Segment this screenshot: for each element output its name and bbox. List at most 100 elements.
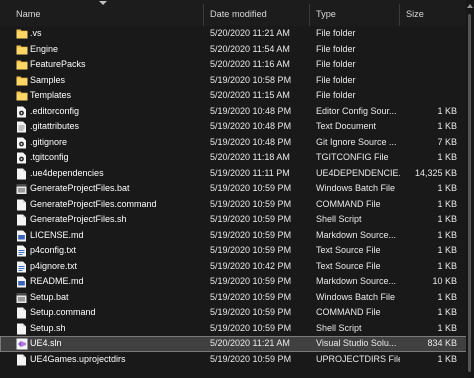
file-row[interactable]: p4config.txt 5/19/2020 10:59 PM Text Sourc… <box>0 243 474 259</box>
file-date-modified: 5/20/2020 11:54 AM <box>210 43 290 54</box>
file-type: Windows Batch File <box>316 183 396 193</box>
column-header-type[interactable]: Type <box>310 0 398 26</box>
file-type: Windows Batch File <box>316 291 396 302</box>
file-name: UE4Games.uprojectdirs <box>30 353 126 364</box>
folder-icon <box>16 44 28 55</box>
file-size: 1 KB <box>437 198 457 209</box>
file-type: COMMAND File <box>316 198 381 209</box>
file-type: Shell Script <box>316 322 362 333</box>
file-type: COMMAND File <box>316 307 381 317</box>
file-date-modified: 5/19/2020 10:59 PM <box>210 214 292 224</box>
column-header-date-modified[interactable]: Date modified <box>204 0 308 26</box>
file-size: 1 KB <box>437 353 457 364</box>
file-date-modified: 5/19/2020 10:59 PM <box>210 198 292 209</box>
file-date-modified: 5/19/2020 10:42 PM <box>210 260 292 271</box>
file-name: .editorconfig <box>30 105 80 116</box>
blank-file-icon <box>16 168 27 179</box>
file-row[interactable]: README.md 5/19/2020 10:59 PM Markdown Sour… <box>0 274 474 290</box>
file-date-modified: 5/19/2020 11:11 PM <box>210 167 290 178</box>
file-row[interactable]: Templates 5/20/2020 11:15 AM File folder <box>0 88 474 104</box>
file-name: README.md <box>30 276 84 286</box>
file-date-modified: 5/19/2020 10:59 PM <box>210 291 292 302</box>
file-name: Setup.command <box>30 307 96 317</box>
file-date-modified: 5/19/2020 10:59 PM <box>210 183 292 193</box>
file-list: .vs 5/20/2020 11:21 AM File folder Engine 5/… <box>0 26 474 367</box>
blank-file-icon <box>16 199 27 210</box>
file-row[interactable]: .vs 5/20/2020 11:21 AM File folder <box>0 26 474 42</box>
markdown-file-icon <box>16 230 27 241</box>
file-row[interactable]: Setup.bat 5/19/2020 10:59 PM Windows Batch… <box>0 290 474 306</box>
file-date-modified: 5/19/2020 10:59 PM <box>210 353 292 364</box>
file-row[interactable]: Setup.sh 5/19/2020 10:59 PM Shell Script 1 … <box>0 321 474 337</box>
file-row[interactable]: GenerateProjectFiles.command 5/19/2020 10… <box>0 197 474 213</box>
file-name: Setup.sh <box>30 322 66 333</box>
file-date-modified: 5/20/2020 11:21 AM <box>210 338 290 348</box>
file-row[interactable]: UE4.sln 5/20/2020 11:21 AM Visual Studio S… <box>0 336 474 352</box>
file-type: UE4DEPENDENCIE... <box>316 167 400 178</box>
file-size <box>400 57 457 73</box>
folder-icon <box>16 75 28 86</box>
file-name: GenerateProjectFiles.command <box>30 198 157 209</box>
scrollbar-thumb[interactable] <box>468 14 471 372</box>
file-row[interactable]: Engine 5/20/2020 11:54 AM File folder <box>0 42 474 58</box>
file-date-modified: 5/20/2020 11:16 AM <box>210 59 290 69</box>
file-size: 1 KB <box>437 214 457 224</box>
column-header-name[interactable]: Name <box>10 0 202 26</box>
file-date-modified: 5/19/2020 10:48 PM <box>210 105 292 116</box>
file-row[interactable]: p4ignore.txt 5/19/2020 10:42 PM Text Sourc… <box>0 259 474 275</box>
scroll-up-arrow-icon[interactable] <box>467 4 473 8</box>
file-row[interactable]: FeaturePacks 5/20/2020 11:16 AM File folde… <box>0 57 474 73</box>
file-size: 1 KB <box>437 183 457 193</box>
file-date-modified: 5/19/2020 10:59 PM <box>210 307 292 317</box>
visual-studio-solution-icon <box>16 338 28 350</box>
file-date-modified: 5/19/2020 10:59 PM <box>210 245 292 255</box>
file-type: Text Source File <box>316 245 381 255</box>
file-date-modified: 5/20/2020 11:18 AM <box>210 152 290 162</box>
vertical-scrollbar[interactable] <box>466 0 474 378</box>
file-row[interactable]: LICENSE.md 5/19/2020 10:59 PM Markdown Sou… <box>0 228 474 244</box>
file-row[interactable]: GenerateProjectFiles.bat 5/19/2020 10:59 … <box>0 181 474 197</box>
file-name: UE4.sln <box>30 338 62 348</box>
file-size: 1 KB <box>437 152 457 162</box>
file-type: File folder <box>316 59 356 69</box>
file-row[interactable]: Setup.command 5/19/2020 10:59 PM COMMAND F… <box>0 305 474 321</box>
text-file-icon <box>16 245 27 257</box>
file-name: .vs <box>30 28 42 38</box>
folder-icon <box>16 90 28 101</box>
file-size <box>400 73 457 89</box>
file-type: File folder <box>316 43 356 54</box>
file-row[interactable]: GenerateProjectFiles.sh 5/19/2020 10:59 P… <box>0 212 474 228</box>
file-row[interactable]: .gitattributes 5/19/2020 10:48 PM Text Doc… <box>0 119 474 135</box>
file-row[interactable]: .gitignore 5/19/2020 10:48 PM Git Ignore S… <box>0 135 474 151</box>
file-name: GenerateProjectFiles.bat <box>30 183 130 193</box>
file-name: .gitattributes <box>30 121 80 131</box>
document-icon <box>16 121 27 133</box>
gear-file-icon <box>16 152 27 164</box>
folder-icon <box>16 59 28 70</box>
file-name: Templates <box>30 90 72 100</box>
file-name: FeaturePacks <box>30 59 86 69</box>
file-size: 1 KB <box>437 229 457 240</box>
file-type: Markdown Source... <box>316 229 397 240</box>
file-type: Markdown Source... <box>316 276 397 286</box>
file-type: Editor Config Sour... <box>316 105 397 116</box>
file-date-modified: 5/19/2020 10:59 PM <box>210 276 292 286</box>
file-row[interactable]: .ue4dependencies 5/19/2020 11:11 PM UE4DEP… <box>0 166 474 182</box>
file-row[interactable]: Samples 5/19/2020 10:58 PM File folder <box>0 73 474 89</box>
file-date-modified: 5/19/2020 10:58 PM <box>210 74 292 85</box>
file-date-modified: 5/19/2020 10:59 PM <box>210 229 292 240</box>
file-size: 1 KB <box>437 260 457 271</box>
file-type: UPROJECTDIRS File <box>316 353 400 364</box>
file-name: .tgitconfig <box>30 152 69 162</box>
blank-file-icon <box>16 307 27 319</box>
file-type: File folder <box>316 90 356 100</box>
blank-file-icon <box>16 323 27 334</box>
file-row[interactable]: .editorconfig 5/19/2020 10:48 PM Editor Co… <box>0 104 474 120</box>
file-size <box>400 26 457 42</box>
file-type: Visual Studio Solu... <box>316 338 397 348</box>
file-row[interactable]: UE4Games.uprojectdirs 5/19/2020 10:59 PM U… <box>0 352 474 368</box>
file-row[interactable]: .tgitconfig 5/20/2020 11:18 AM TGITCONFIG … <box>0 150 474 166</box>
column-header-size[interactable]: Size <box>400 0 462 26</box>
file-name: p4ignore.txt <box>30 260 78 271</box>
file-size: 7 KB <box>437 136 457 147</box>
